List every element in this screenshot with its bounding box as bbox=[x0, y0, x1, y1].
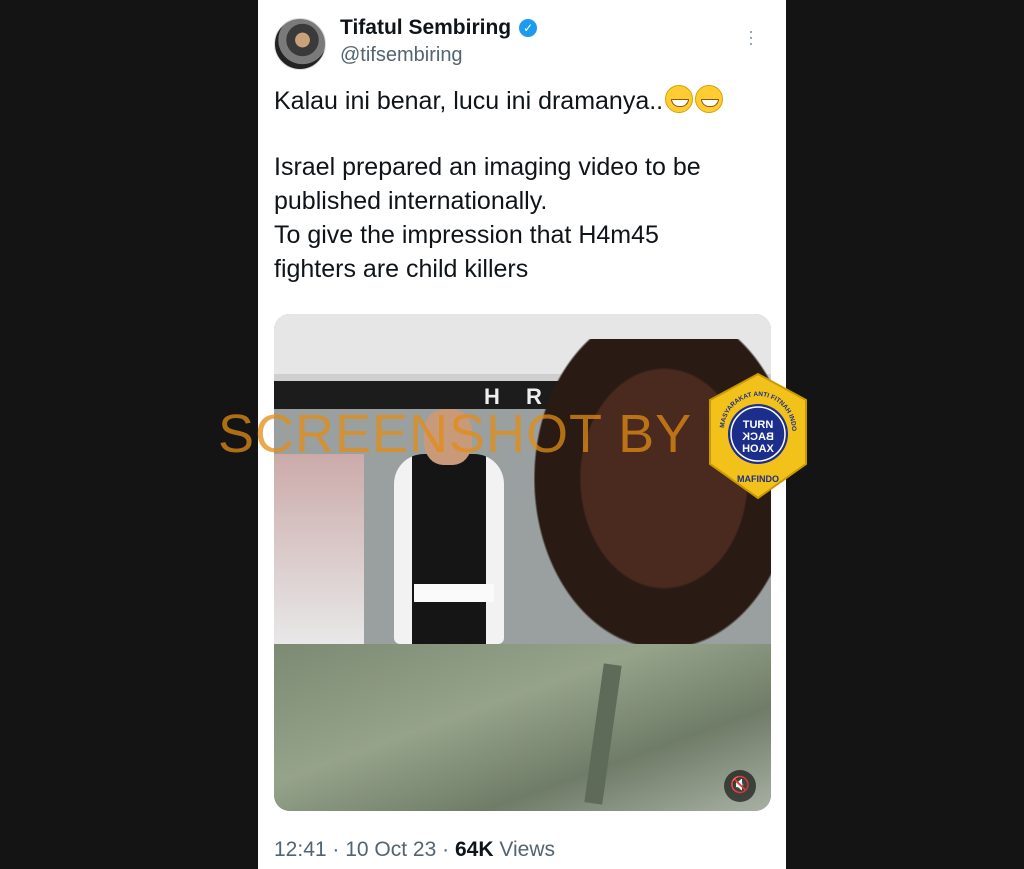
watermark-text: SCREENSHOT BY bbox=[218, 404, 693, 464]
more-options-icon[interactable]: · · · bbox=[748, 22, 754, 52]
tweet-meta: 12:41 · 10 Oct 23 · 64K Views bbox=[274, 838, 555, 862]
views-count: 64K bbox=[454, 838, 494, 861]
mute-icon[interactable]: 🔇 bbox=[724, 770, 756, 802]
tweet-para-2-line-3: To give the impression that H4m45 bbox=[274, 221, 659, 249]
tweet-para-2-line-1: Israel prepared an imaging video to be bbox=[274, 153, 701, 181]
separator-dot: · bbox=[332, 838, 346, 861]
tweet-video[interactable]: H R 🔇 bbox=[274, 314, 771, 811]
verified-badge-icon: ✓ bbox=[519, 19, 538, 37]
mafindo-badge-logo: MASYARAKAT ANTI FITNAH INDONESIA TURN BA… bbox=[706, 372, 807, 500]
svg-text:MAFINDO: MAFINDO bbox=[737, 474, 779, 484]
video-paper bbox=[414, 584, 494, 602]
tweet-para-2-line-2: published internationally. bbox=[274, 187, 548, 215]
tweet-line-1-text: Kalau ini benar, lucu ini dramanya.. bbox=[274, 87, 664, 115]
views-label: Views bbox=[499, 838, 555, 861]
author-handle[interactable]: @tifsembiring bbox=[340, 44, 463, 67]
author-name[interactable]: Tifatul Sembiring bbox=[340, 16, 511, 40]
author-name-row[interactable]: Tifatul Sembiring ✓ bbox=[340, 16, 538, 40]
video-frame-bottom bbox=[274, 644, 771, 811]
grinning-face-icon bbox=[695, 85, 724, 113]
tweet-date[interactable]: 10 Oct 23 bbox=[345, 838, 436, 861]
tweet-line-1: Kalau ini benar, lucu ini dramanya.. bbox=[274, 84, 774, 118]
avatar[interactable] bbox=[274, 18, 326, 70]
separator-dot: · bbox=[442, 838, 455, 861]
video-figure-left bbox=[274, 454, 364, 644]
grinning-face-icon bbox=[665, 85, 694, 113]
right-background bbox=[786, 0, 1024, 869]
tweet-para-2-line-4: fighters are child killers bbox=[274, 255, 529, 283]
svg-text:TURN: TURN bbox=[743, 419, 774, 431]
video-strap bbox=[584, 663, 622, 805]
video-man bbox=[394, 454, 504, 644]
svg-text:BACK: BACK bbox=[742, 431, 774, 443]
svg-text:HOAX: HOAX bbox=[742, 443, 774, 455]
tweet-text: Kalau ini benar, lucu ini dramanya.. Isr… bbox=[274, 84, 774, 286]
tweet-time[interactable]: 12:41 bbox=[274, 838, 327, 861]
